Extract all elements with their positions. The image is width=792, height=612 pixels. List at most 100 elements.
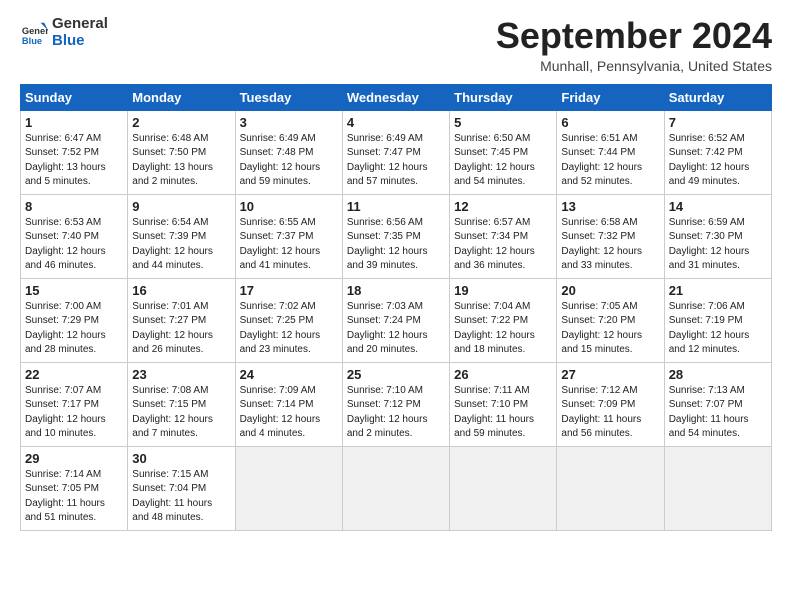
page: General Blue General Blue September 2024… xyxy=(0,0,792,541)
day-info: Sunrise: 7:05 AM Sunset: 7:20 PM Dayligh… xyxy=(561,300,659,358)
header-monday: Monday xyxy=(128,84,235,110)
day-cell: 2 Sunrise: 6:48 AM Sunset: 7:50 PM Dayli… xyxy=(128,110,235,194)
day-cell xyxy=(557,446,664,530)
day-number: 8 xyxy=(25,199,123,214)
location: Munhall, Pennsylvania, United States xyxy=(496,58,772,74)
day-cell: 9 Sunrise: 6:54 AM Sunset: 7:39 PM Dayli… xyxy=(128,194,235,278)
day-info: Sunrise: 7:01 AM Sunset: 7:27 PM Dayligh… xyxy=(132,300,230,358)
day-info: Sunrise: 6:57 AM Sunset: 7:34 PM Dayligh… xyxy=(454,216,552,274)
day-cell: 25 Sunrise: 7:10 AM Sunset: 7:12 PM Dayl… xyxy=(342,362,449,446)
day-number: 29 xyxy=(25,451,123,466)
header-friday: Friday xyxy=(557,84,664,110)
day-cell xyxy=(235,446,342,530)
day-number: 24 xyxy=(240,367,338,382)
svg-text:General: General xyxy=(22,25,48,35)
header-saturday: Saturday xyxy=(664,84,771,110)
day-info: Sunrise: 6:54 AM Sunset: 7:39 PM Dayligh… xyxy=(132,216,230,274)
day-number: 10 xyxy=(240,199,338,214)
day-cell: 22 Sunrise: 7:07 AM Sunset: 7:17 PM Dayl… xyxy=(21,362,128,446)
day-number: 25 xyxy=(347,367,445,382)
day-info: Sunrise: 6:53 AM Sunset: 7:40 PM Dayligh… xyxy=(25,216,123,274)
day-number: 26 xyxy=(454,367,552,382)
day-number: 21 xyxy=(669,283,767,298)
week-row-5: 29 Sunrise: 7:14 AM Sunset: 7:05 PM Dayl… xyxy=(21,446,772,530)
day-info: Sunrise: 6:49 AM Sunset: 7:47 PM Dayligh… xyxy=(347,132,445,190)
svg-text:Blue: Blue xyxy=(22,36,42,46)
calendar-table: SundayMondayTuesdayWednesdayThursdayFrid… xyxy=(20,84,772,531)
day-cell: 13 Sunrise: 6:58 AM Sunset: 7:32 PM Dayl… xyxy=(557,194,664,278)
day-info: Sunrise: 7:04 AM Sunset: 7:22 PM Dayligh… xyxy=(454,300,552,358)
day-number: 19 xyxy=(454,283,552,298)
logo-text: General Blue xyxy=(52,16,108,49)
title-block: September 2024 Munhall, Pennsylvania, Un… xyxy=(496,16,772,74)
day-number: 13 xyxy=(561,199,659,214)
day-cell: 1 Sunrise: 6:47 AM Sunset: 7:52 PM Dayli… xyxy=(21,110,128,194)
day-info: Sunrise: 7:08 AM Sunset: 7:15 PM Dayligh… xyxy=(132,384,230,442)
day-info: Sunrise: 7:13 AM Sunset: 7:07 PM Dayligh… xyxy=(669,384,767,442)
day-info: Sunrise: 6:58 AM Sunset: 7:32 PM Dayligh… xyxy=(561,216,659,274)
day-info: Sunrise: 7:11 AM Sunset: 7:10 PM Dayligh… xyxy=(454,384,552,442)
day-info: Sunrise: 7:10 AM Sunset: 7:12 PM Dayligh… xyxy=(347,384,445,442)
day-cell: 4 Sunrise: 6:49 AM Sunset: 7:47 PM Dayli… xyxy=(342,110,449,194)
header-thursday: Thursday xyxy=(450,84,557,110)
day-number: 9 xyxy=(132,199,230,214)
day-number: 3 xyxy=(240,115,338,130)
day-number: 6 xyxy=(561,115,659,130)
day-number: 22 xyxy=(25,367,123,382)
day-number: 20 xyxy=(561,283,659,298)
day-cell: 15 Sunrise: 7:00 AM Sunset: 7:29 PM Dayl… xyxy=(21,278,128,362)
day-number: 1 xyxy=(25,115,123,130)
day-number: 17 xyxy=(240,283,338,298)
day-cell: 10 Sunrise: 6:55 AM Sunset: 7:37 PM Dayl… xyxy=(235,194,342,278)
day-cell: 27 Sunrise: 7:12 AM Sunset: 7:09 PM Dayl… xyxy=(557,362,664,446)
header-tuesday: Tuesday xyxy=(235,84,342,110)
day-number: 28 xyxy=(669,367,767,382)
day-info: Sunrise: 6:55 AM Sunset: 7:37 PM Dayligh… xyxy=(240,216,338,274)
day-number: 27 xyxy=(561,367,659,382)
day-cell: 8 Sunrise: 6:53 AM Sunset: 7:40 PM Dayli… xyxy=(21,194,128,278)
day-cell xyxy=(342,446,449,530)
day-cell: 3 Sunrise: 6:49 AM Sunset: 7:48 PM Dayli… xyxy=(235,110,342,194)
day-number: 15 xyxy=(25,283,123,298)
day-cell: 19 Sunrise: 7:04 AM Sunset: 7:22 PM Dayl… xyxy=(450,278,557,362)
day-info: Sunrise: 7:03 AM Sunset: 7:24 PM Dayligh… xyxy=(347,300,445,358)
header-wednesday: Wednesday xyxy=(342,84,449,110)
day-number: 18 xyxy=(347,283,445,298)
day-info: Sunrise: 7:07 AM Sunset: 7:17 PM Dayligh… xyxy=(25,384,123,442)
day-cell: 11 Sunrise: 6:56 AM Sunset: 7:35 PM Dayl… xyxy=(342,194,449,278)
day-info: Sunrise: 6:48 AM Sunset: 7:50 PM Dayligh… xyxy=(132,132,230,190)
week-row-1: 1 Sunrise: 6:47 AM Sunset: 7:52 PM Dayli… xyxy=(21,110,772,194)
week-row-4: 22 Sunrise: 7:07 AM Sunset: 7:17 PM Dayl… xyxy=(21,362,772,446)
day-number: 16 xyxy=(132,283,230,298)
day-info: Sunrise: 6:49 AM Sunset: 7:48 PM Dayligh… xyxy=(240,132,338,190)
day-cell: 5 Sunrise: 6:50 AM Sunset: 7:45 PM Dayli… xyxy=(450,110,557,194)
day-info: Sunrise: 7:12 AM Sunset: 7:09 PM Dayligh… xyxy=(561,384,659,442)
day-number: 7 xyxy=(669,115,767,130)
day-cell xyxy=(664,446,771,530)
day-cell: 16 Sunrise: 7:01 AM Sunset: 7:27 PM Dayl… xyxy=(128,278,235,362)
day-cell: 12 Sunrise: 6:57 AM Sunset: 7:34 PM Dayl… xyxy=(450,194,557,278)
day-info: Sunrise: 6:50 AM Sunset: 7:45 PM Dayligh… xyxy=(454,132,552,190)
day-info: Sunrise: 7:06 AM Sunset: 7:19 PM Dayligh… xyxy=(669,300,767,358)
day-info: Sunrise: 7:15 AM Sunset: 7:04 PM Dayligh… xyxy=(132,468,230,526)
header-sunday: Sunday xyxy=(21,84,128,110)
day-cell xyxy=(450,446,557,530)
day-info: Sunrise: 7:14 AM Sunset: 7:05 PM Dayligh… xyxy=(25,468,123,526)
logo: General Blue General Blue xyxy=(20,16,108,49)
day-info: Sunrise: 7:09 AM Sunset: 7:14 PM Dayligh… xyxy=(240,384,338,442)
day-cell: 29 Sunrise: 7:14 AM Sunset: 7:05 PM Dayl… xyxy=(21,446,128,530)
day-cell: 20 Sunrise: 7:05 AM Sunset: 7:20 PM Dayl… xyxy=(557,278,664,362)
day-cell: 14 Sunrise: 6:59 AM Sunset: 7:30 PM Dayl… xyxy=(664,194,771,278)
day-cell: 30 Sunrise: 7:15 AM Sunset: 7:04 PM Dayl… xyxy=(128,446,235,530)
day-info: Sunrise: 6:56 AM Sunset: 7:35 PM Dayligh… xyxy=(347,216,445,274)
month-title: September 2024 xyxy=(496,16,772,56)
day-number: 2 xyxy=(132,115,230,130)
day-info: Sunrise: 6:47 AM Sunset: 7:52 PM Dayligh… xyxy=(25,132,123,190)
day-cell: 26 Sunrise: 7:11 AM Sunset: 7:10 PM Dayl… xyxy=(450,362,557,446)
week-row-2: 8 Sunrise: 6:53 AM Sunset: 7:40 PM Dayli… xyxy=(21,194,772,278)
day-cell: 21 Sunrise: 7:06 AM Sunset: 7:19 PM Dayl… xyxy=(664,278,771,362)
day-info: Sunrise: 6:59 AM Sunset: 7:30 PM Dayligh… xyxy=(669,216,767,274)
day-cell: 7 Sunrise: 6:52 AM Sunset: 7:42 PM Dayli… xyxy=(664,110,771,194)
day-info: Sunrise: 6:51 AM Sunset: 7:44 PM Dayligh… xyxy=(561,132,659,190)
day-cell: 24 Sunrise: 7:09 AM Sunset: 7:14 PM Dayl… xyxy=(235,362,342,446)
